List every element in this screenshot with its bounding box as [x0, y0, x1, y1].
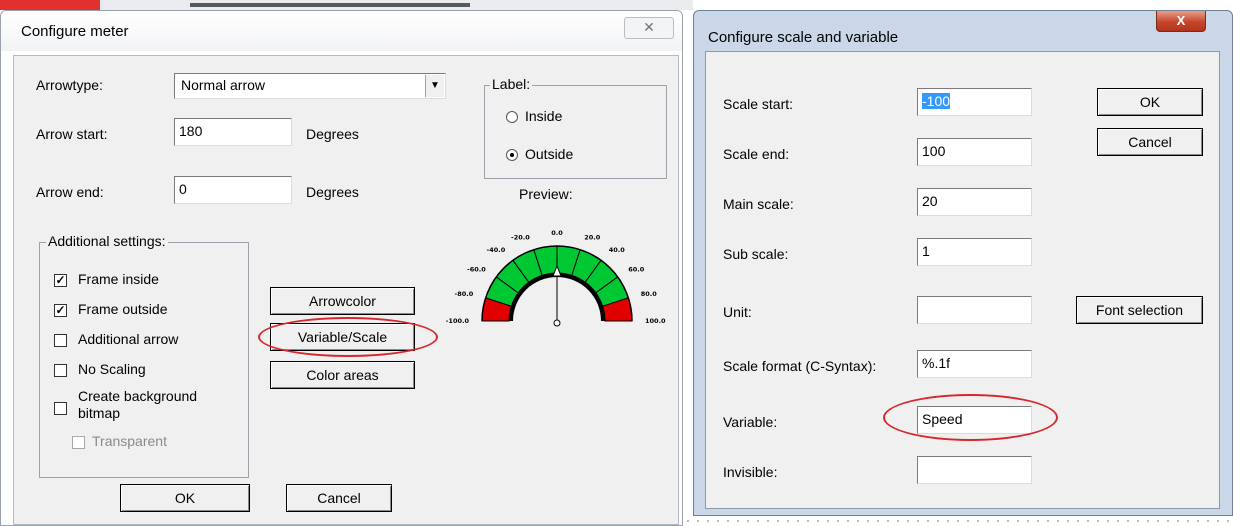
font-selection-button[interactable]: Font selection: [1076, 296, 1203, 324]
ok-button[interactable]: OK: [1097, 88, 1203, 116]
preview-label: Preview:: [519, 186, 573, 202]
cancel-button[interactable]: Cancel: [1097, 128, 1203, 156]
close-button[interactable]: ✕: [624, 17, 674, 39]
gauge-tick-label: -60.0: [467, 265, 486, 273]
gauge-tick-label: -80.0: [455, 290, 474, 298]
gauge-tick-label: 0.0: [551, 229, 563, 237]
close-icon: ✕: [643, 19, 655, 35]
scale-format-input[interactable]: %.1f: [917, 350, 1032, 378]
background-dark-bar: [190, 3, 470, 7]
color-areas-button[interactable]: Color areas: [270, 361, 415, 389]
gauge-tick-label: 20.0: [584, 233, 601, 241]
label-group-legend: Label:: [490, 76, 533, 92]
gauge-tick-label: -40.0: [487, 246, 506, 254]
transparent-checkbox: [72, 436, 85, 449]
additional-arrow-label: Additional arrow: [78, 331, 179, 347]
gauge-tick-label: 40.0: [609, 246, 626, 254]
invisible-label: Invisible:: [723, 464, 778, 480]
create-background-label-1: Create background: [78, 388, 198, 404]
gauge-tick-label: 80.0: [641, 290, 658, 298]
create-background-checkbox[interactable]: [54, 402, 67, 415]
close-icon: X: [1176, 13, 1186, 28]
variable-scale-button[interactable]: Variable/Scale: [270, 323, 415, 351]
dialog-body: Scale start: -100 Scale end: 100 Main sc…: [705, 51, 1220, 509]
cancel-button[interactable]: Cancel: [286, 484, 392, 512]
label-outside-text: Outside: [525, 146, 574, 162]
label-inside-text: Inside: [525, 108, 563, 124]
unit-input[interactable]: [917, 296, 1032, 324]
radio-selected-dot: [510, 153, 514, 157]
gauge-tick-label: 60.0: [628, 265, 645, 273]
background-red-tab: [0, 0, 100, 10]
create-background-label-2: bitmap: [78, 405, 121, 421]
arrowtype-select[interactable]: Normal arrow ▼: [174, 73, 446, 99]
sub-scale-input[interactable]: 1: [917, 238, 1032, 266]
frame-inside-label: Frame inside: [78, 271, 159, 287]
arrowtype-label: Arrowtype:: [36, 77, 103, 93]
close-button[interactable]: X: [1156, 11, 1206, 32]
dialog-title: Configure meter: [21, 23, 129, 40]
scale-format-label: Scale format (C-Syntax):: [723, 358, 877, 374]
arrow-end-label: Arrow end:: [36, 184, 104, 200]
label-outside-radio[interactable]: [506, 149, 518, 161]
invisible-input[interactable]: [917, 456, 1032, 484]
variable-label: Variable:: [723, 414, 778, 430]
chevron-down-icon[interactable]: ▼: [425, 75, 444, 97]
background-dotted-canvas: [683, 516, 1233, 526]
arrow-end-input[interactable]: 0: [174, 176, 292, 204]
unit-label: Unit:: [723, 304, 752, 320]
additional-settings-legend: Additional settings:: [46, 233, 168, 249]
scale-start-label: Scale start:: [723, 96, 794, 112]
scale-end-input[interactable]: 100: [917, 138, 1032, 166]
label-group: [484, 85, 667, 179]
scale-end-label: Scale end:: [723, 146, 790, 162]
gauge-tick-label: -100.0: [446, 317, 470, 325]
arrowtype-value: Normal arrow: [181, 77, 266, 93]
configure-scale-dialog: Configure scale and variable X Scale sta…: [693, 10, 1233, 516]
arrow-end-unit: Degrees: [306, 184, 359, 200]
variable-input[interactable]: Speed: [917, 406, 1032, 434]
sub-scale-label: Sub scale:: [723, 246, 789, 262]
no-scaling-label: No Scaling: [78, 361, 146, 377]
transparent-label: Transparent: [92, 433, 167, 449]
ok-button[interactable]: OK: [120, 484, 250, 512]
scale-start-value: -100: [922, 93, 951, 109]
label-inside-radio[interactable]: [506, 111, 518, 123]
arrowcolor-button[interactable]: Arrowcolor: [270, 287, 415, 315]
dialog-body: Arrowtype: Normal arrow ▼ Arrow start: 1…: [13, 55, 679, 525]
arrow-start-unit: Degrees: [306, 126, 359, 142]
needle-pivot: [553, 319, 561, 327]
additional-arrow-checkbox[interactable]: [54, 334, 67, 347]
arrow-start-input[interactable]: 180: [174, 118, 292, 146]
scale-start-input[interactable]: -100: [917, 88, 1032, 116]
frame-outside-label: Frame outside: [78, 301, 168, 317]
no-scaling-checkbox[interactable]: [54, 364, 67, 377]
dialog-title: Configure scale and variable: [708, 29, 899, 46]
frame-outside-checkbox[interactable]: ✓: [54, 304, 67, 317]
arrow-start-label: Arrow start:: [36, 126, 108, 142]
frame-inside-checkbox[interactable]: ✓: [54, 274, 67, 287]
main-scale-input[interactable]: 20: [917, 188, 1032, 216]
main-scale-label: Main scale:: [723, 196, 794, 212]
gauge-tick-label: 100.0: [645, 317, 666, 325]
gauge-tick-label: -20.0: [511, 233, 530, 241]
configure-meter-dialog: Configure meter ✕ Arrowtype: Normal arro…: [0, 10, 683, 526]
meter-preview: -100.0 -80.0 -60.0 -40.0 -20.0 0.0 20.0 40.0 60.…: [446, 229, 666, 327]
